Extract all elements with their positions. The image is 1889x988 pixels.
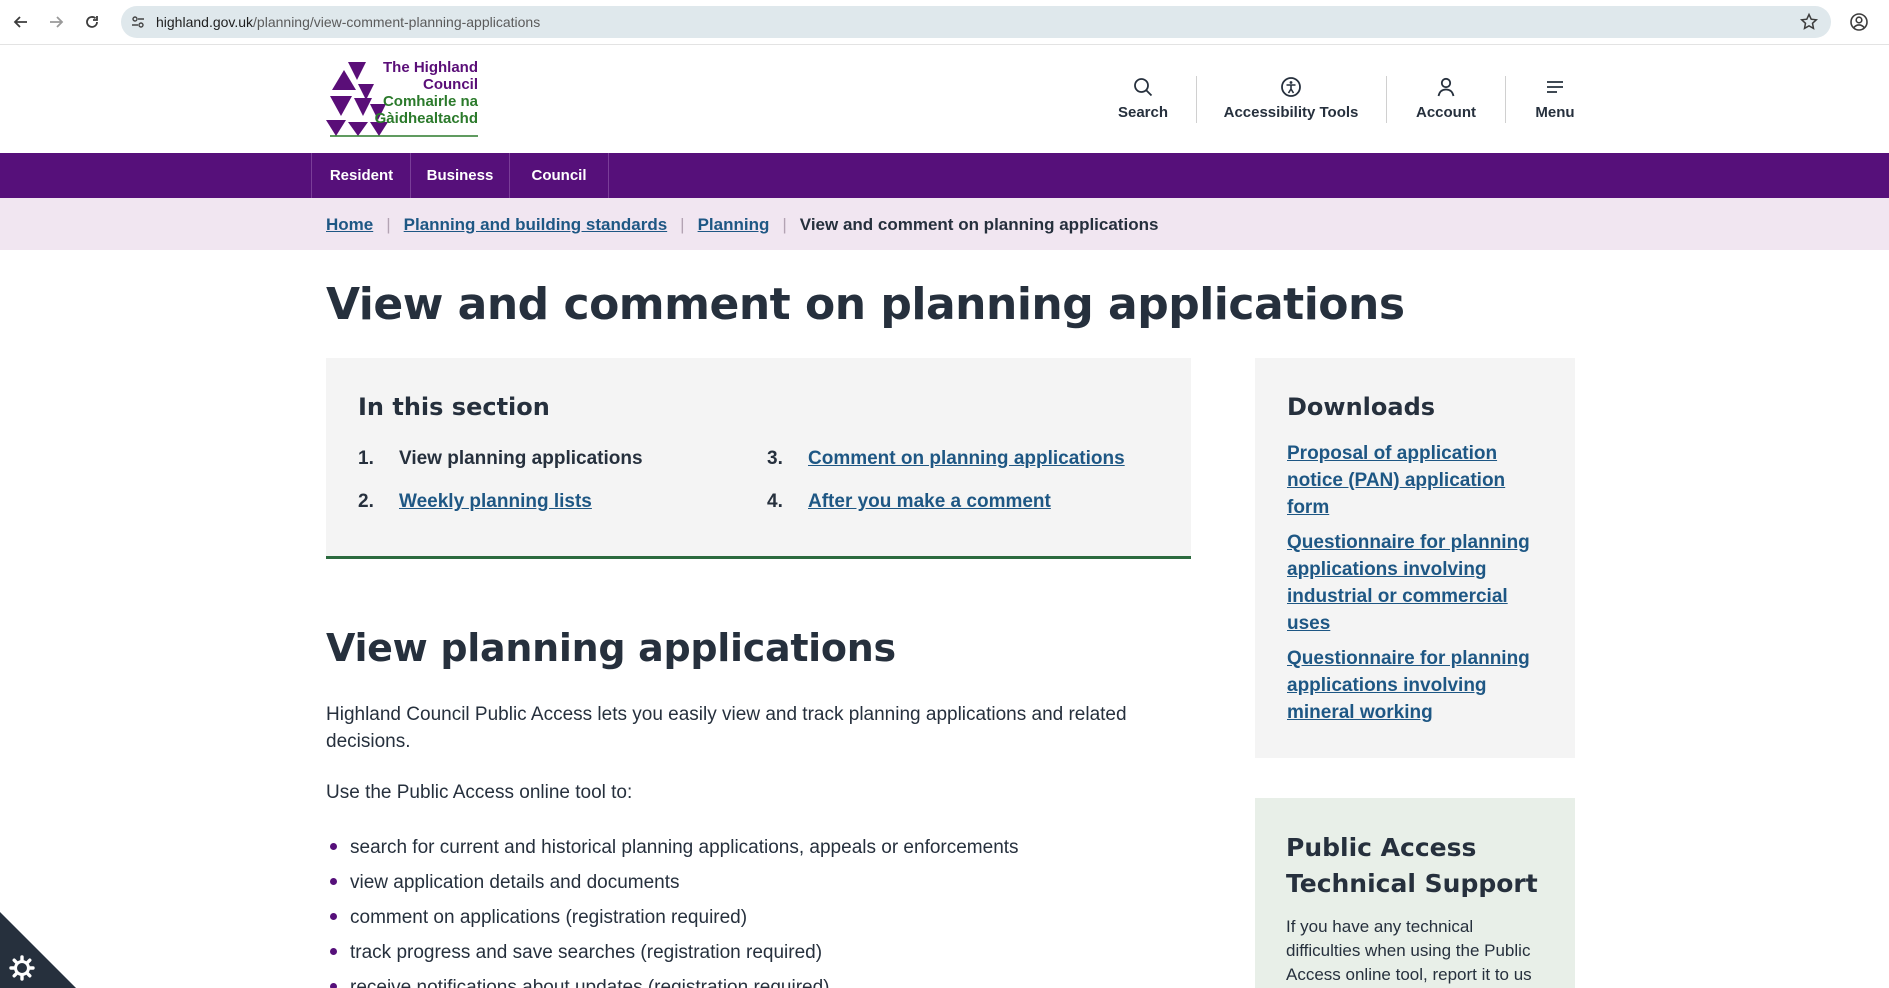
downloads-panel: Downloads Proposal of application notice… <box>1255 358 1575 758</box>
list-item: receive notifications about updates (reg… <box>326 970 1019 988</box>
breadcrumb-current: View and comment on planning application… <box>799 215 1159 234</box>
account-button[interactable]: Account <box>1410 76 1482 121</box>
primary-nav: Resident Business Council <box>0 153 1889 198</box>
section-item-3: 3. Comment on planning applications <box>767 448 1125 470</box>
download-link-mineral-questionnaire[interactable]: Questionnaire for planning applications … <box>1287 645 1537 726</box>
section-link-after-you-comment[interactable]: After you make a comment <box>808 491 1051 512</box>
section-item-4: 4. After you make a comment <box>767 491 1051 513</box>
header-divider <box>1196 76 1197 123</box>
breadcrumb-planning[interactable]: Planning <box>698 215 770 234</box>
header-divider <box>1505 76 1506 123</box>
section-item-number: 3. <box>767 448 783 469</box>
back-icon[interactable] <box>9 10 33 34</box>
url-path: /planning/view-comment-planning-applicat… <box>253 14 541 30</box>
breadcrumb-planning-building[interactable]: Planning and building standards <box>404 215 668 234</box>
use-tool-paragraph: Use the Public Access online tool to: <box>326 782 633 803</box>
address-bar[interactable]: highland.gov.uk/planning/view-comment-pl… <box>121 6 1831 38</box>
profile-icon[interactable] <box>1849 12 1869 32</box>
breadcrumb-bar: Home | Planning and building standards | Pla… <box>0 198 1889 250</box>
logo-line-1: The Highland <box>383 59 478 76</box>
list-item: comment on applications (registration re… <box>326 900 1019 935</box>
nav-council[interactable]: Council <box>509 153 609 198</box>
breadcrumb-separator: | <box>386 215 391 234</box>
nav-resident[interactable]: Resident <box>311 153 411 198</box>
support-text: If you have any technical difficulties w… <box>1286 917 1532 984</box>
bookmark-star-icon[interactable] <box>1799 12 1819 32</box>
forward-icon[interactable] <box>44 10 68 34</box>
nav-business[interactable]: Business <box>410 153 509 198</box>
section-item-number: 4. <box>767 491 783 512</box>
browser-toolbar: highland.gov.uk/planning/view-comment-pl… <box>0 0 1889 45</box>
logo-line-4: Gàidhealtachd <box>374 110 478 127</box>
menu-button[interactable]: Menu <box>1530 76 1580 121</box>
reload-icon[interactable] <box>80 10 104 34</box>
account-icon <box>1437 77 1455 97</box>
header-divider <box>1386 76 1387 123</box>
account-label: Account <box>1416 104 1476 121</box>
accessibility-label: Accessibility Tools <box>1223 104 1359 121</box>
search-icon <box>1134 78 1153 97</box>
section-link-weekly-planning-lists[interactable]: Weekly planning lists <box>399 491 592 512</box>
feature-list: search for current and historical planni… <box>326 830 1019 988</box>
list-item: track progress and save searches (regist… <box>326 935 1019 970</box>
page-title: View and comment on planning application… <box>326 279 1405 330</box>
accessibility-icon <box>1281 77 1301 97</box>
list-item: search for current and historical planni… <box>326 830 1019 865</box>
section-item-current: View planning applications <box>399 448 643 469</box>
in-this-section-box: In this section 1. View planning applicat… <box>326 358 1191 559</box>
downloads-heading: Downloads <box>1287 393 1436 421</box>
menu-icon <box>1547 81 1563 93</box>
in-this-section-heading: In this section <box>358 393 550 421</box>
section-item-2: 2. Weekly planning lists <box>358 491 592 513</box>
url-text[interactable]: highland.gov.uk/planning/view-comment-pl… <box>156 14 540 30</box>
site-info-icon[interactable] <box>130 14 146 30</box>
section-item-number: 2. <box>358 491 374 512</box>
breadcrumb-separator: | <box>680 215 685 234</box>
search-label: Search <box>1117 104 1169 121</box>
download-link-industrial-questionnaire[interactable]: Questionnaire for planning applications … <box>1287 529 1537 637</box>
view-section-heading: View planning applications <box>326 626 896 670</box>
support-heading: Public Access Technical Support <box>1286 833 1538 898</box>
breadcrumb: Home | Planning and building standards | Pla… <box>326 215 1158 235</box>
intro-paragraph: Highland Council Public Access lets you … <box>326 704 1127 752</box>
logo-line-3: Comhairle na <box>382 93 478 110</box>
technical-support-panel: Public Access Technical Support If you h… <box>1255 798 1575 988</box>
breadcrumb-separator: | <box>782 215 787 234</box>
download-link-pan-form[interactable]: Proposal of application notice (PAN) app… <box>1287 440 1537 521</box>
breadcrumb-home[interactable]: Home <box>326 215 373 234</box>
section-item-1: 1. View planning applications <box>358 448 643 470</box>
search-button[interactable]: Search <box>1108 76 1178 121</box>
logo-text: The Highland Council Comhairle na Gàidhe… <box>360 59 478 127</box>
section-link-comment-on-applications[interactable]: Comment on planning applications <box>808 448 1125 469</box>
site-header: The Highland Council Comhairle na Gàidhe… <box>0 46 1889 153</box>
list-item: view application details and documents <box>326 865 1019 900</box>
logo-line-2: Council <box>423 76 478 93</box>
url-host: highland.gov.uk <box>156 14 254 30</box>
section-item-number: 1. <box>358 448 374 469</box>
cookie-settings-icon[interactable] <box>0 912 76 988</box>
menu-label: Menu <box>1535 104 1575 121</box>
accessibility-tools-button[interactable]: Accessibility Tools <box>1220 76 1362 121</box>
